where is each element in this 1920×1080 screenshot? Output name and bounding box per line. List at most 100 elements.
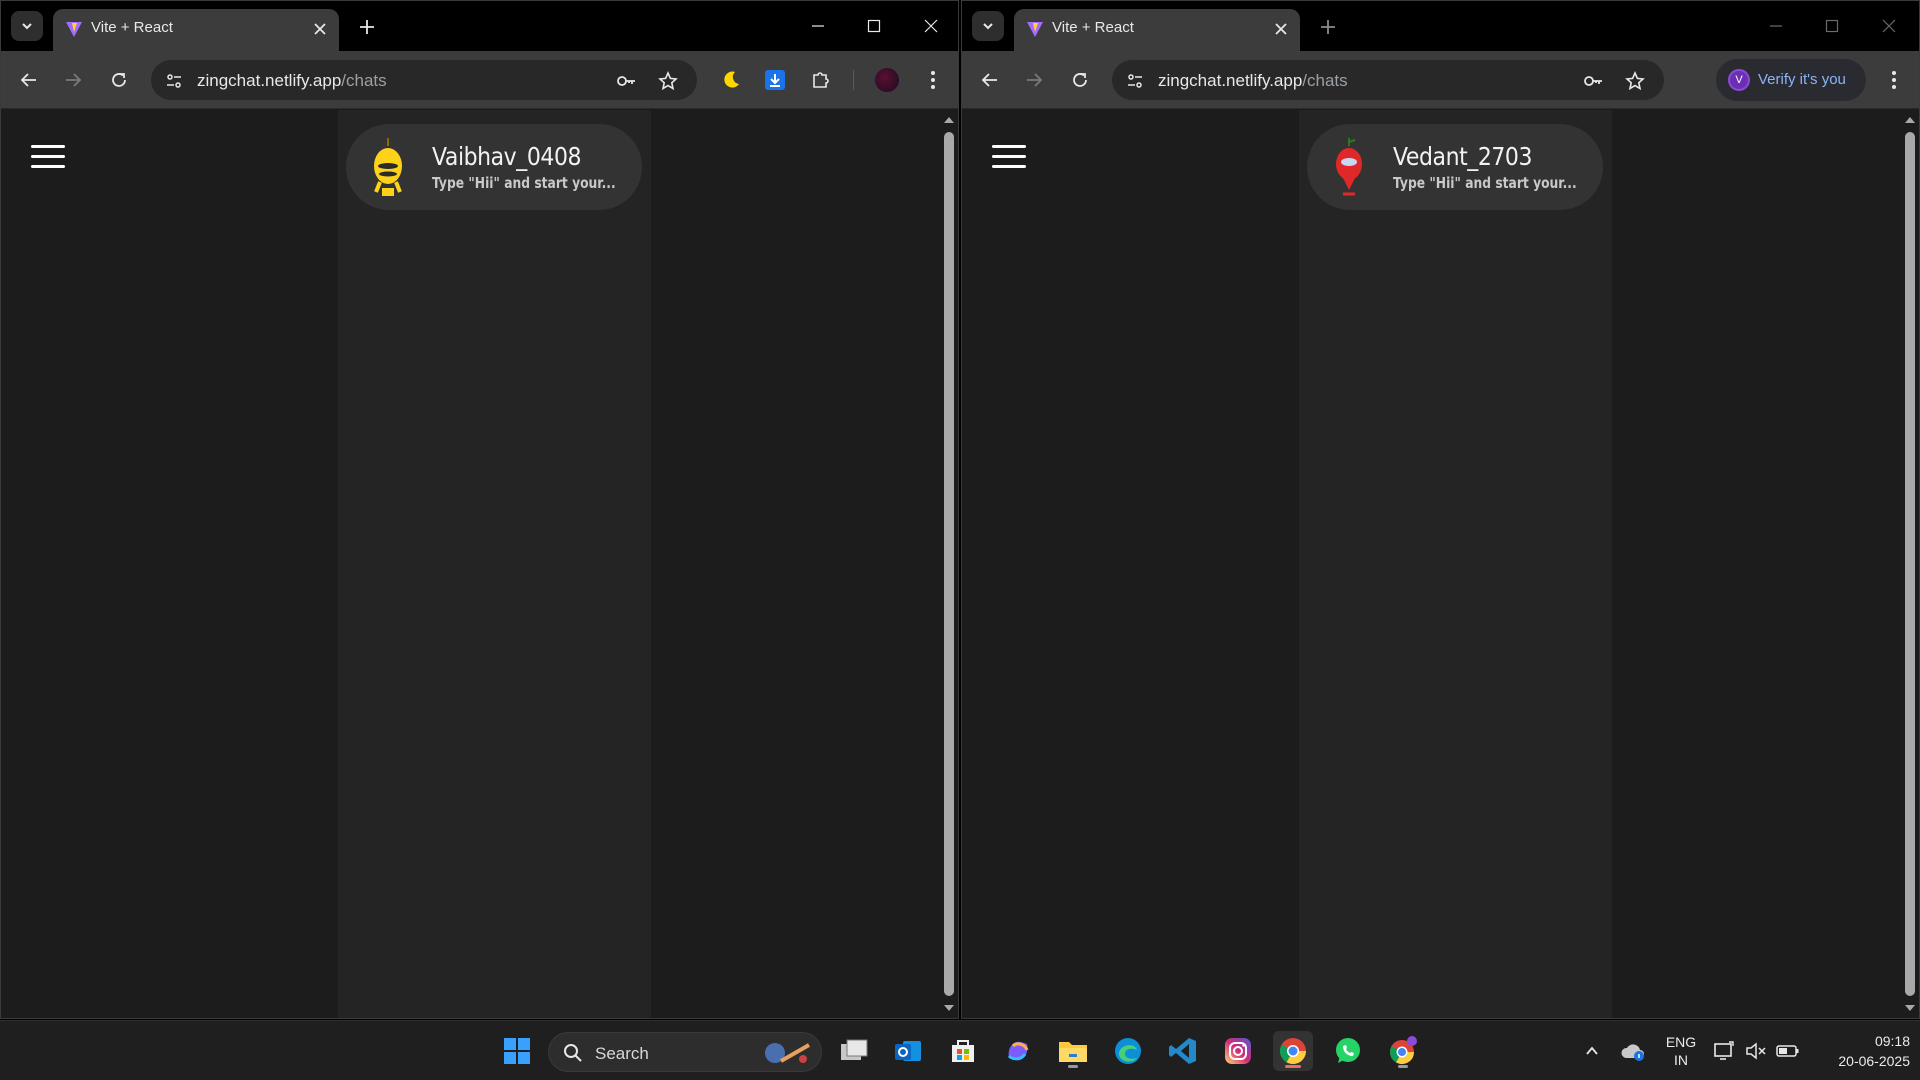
profile-button[interactable]: [873, 66, 901, 94]
site-info-icon[interactable]: [1124, 70, 1146, 92]
onedrive-button[interactable]: [1613, 1031, 1653, 1071]
close-window-button[interactable]: [908, 11, 954, 41]
url-host: zingchat.netlify.app: [1158, 71, 1303, 90]
language-code: ENG: [1665, 1034, 1697, 1050]
outlook-button[interactable]: [888, 1031, 928, 1071]
reload-button[interactable]: [1066, 66, 1094, 94]
scroll-up-arrow-icon[interactable]: [943, 114, 955, 126]
reload-button[interactable]: [105, 66, 133, 94]
tab-search-button[interactable]: [11, 11, 43, 41]
scrollbar-thumb[interactable]: [944, 132, 954, 996]
tab-search-button[interactable]: [972, 11, 1004, 41]
chat-contact-name: Vaibhav_0408: [432, 142, 582, 171]
avatar: V: [1728, 69, 1750, 91]
instagram-button[interactable]: [1218, 1031, 1258, 1071]
chrome-profile-icon: [1390, 1036, 1417, 1065]
chrome-profile-button[interactable]: [1383, 1031, 1423, 1071]
clock[interactable]: 09:18 20-06-2025: [1810, 1031, 1910, 1071]
verify-label: Verify it's you: [1758, 71, 1846, 88]
volume-button[interactable]: [1740, 1031, 1772, 1071]
chrome-icon: [1279, 1038, 1307, 1065]
forward-button[interactable]: [59, 66, 87, 94]
browser-window-right: Vite + React zingchat.netlify.app/chats …: [961, 0, 1920, 1019]
volume-muted-icon: [1746, 1042, 1766, 1060]
forward-button[interactable]: [1020, 66, 1048, 94]
minimize-button[interactable]: [795, 11, 841, 41]
show-hidden-icons-button[interactable]: [1572, 1031, 1612, 1071]
address-bar[interactable]: zingchat.netlify.app/chats: [1112, 60, 1664, 100]
vscode-button[interactable]: [1163, 1031, 1203, 1071]
taskbar: Search ENG IN 09:18 20-06-2025: [0, 1020, 1920, 1080]
hamburger-menu-icon[interactable]: [992, 145, 1026, 169]
edge-button[interactable]: [1108, 1031, 1148, 1071]
minimize-button[interactable]: [1753, 11, 1799, 41]
clock-time: 09:18: [1874, 1033, 1910, 1049]
close-icon[interactable]: [313, 22, 327, 36]
browser-window-left: Vite + React zingchat.netlify.app/chats …: [0, 0, 959, 1019]
address-bar[interactable]: zingchat.netlify.app/chats: [151, 60, 697, 100]
task-view-button[interactable]: [834, 1031, 874, 1071]
language-region: IN: [1674, 1052, 1688, 1068]
tab-strip: Vite + React: [1, 1, 958, 51]
avatar: [1336, 138, 1362, 196]
extensions-button[interactable]: [807, 66, 835, 94]
new-tab-button[interactable]: [1314, 13, 1342, 41]
taskbar-search-input[interactable]: Search: [548, 1032, 822, 1072]
tab-active[interactable]: Vite + React: [1014, 9, 1300, 51]
site-info-icon[interactable]: [163, 70, 185, 92]
battery-button[interactable]: [1772, 1031, 1804, 1071]
url-text: zingchat.netlify.app/chats: [1158, 71, 1348, 91]
chat-list-item[interactable]: Vaibhav_0408 Type "Hii" and start your..…: [346, 124, 642, 210]
chat-list-item[interactable]: Vedant_2703 Type "Hii" and start your...: [1307, 124, 1603, 210]
download-icon: [765, 70, 785, 90]
new-tab-button[interactable]: [353, 13, 381, 41]
tab-active[interactable]: Vite + React: [53, 9, 339, 51]
scrollbar[interactable]: [1901, 110, 1919, 1018]
back-button[interactable]: [976, 66, 1004, 94]
copilot-button[interactable]: [998, 1031, 1038, 1071]
tab-strip: Vite + React: [962, 1, 1919, 51]
vscode-icon: [1169, 1038, 1196, 1064]
url-path: /chats: [341, 71, 387, 90]
network-icon: [1714, 1041, 1734, 1060]
chrome-button[interactable]: [1273, 1031, 1313, 1071]
maximize-button[interactable]: [1809, 11, 1855, 41]
back-button[interactable]: [15, 66, 43, 94]
search-highlight-icon: [765, 1043, 810, 1063]
scrollbar[interactable]: [940, 110, 958, 1018]
close-window-button[interactable]: [1866, 11, 1912, 41]
verify-identity-button[interactable]: V Verify it's you: [1716, 59, 1866, 101]
network-button[interactable]: [1708, 1031, 1740, 1071]
close-icon[interactable]: [1274, 22, 1288, 36]
onedrive-cloud-icon: [1621, 1044, 1644, 1061]
bookmark-star-icon[interactable]: [1624, 70, 1646, 92]
bookmark-star-icon[interactable]: [657, 70, 679, 92]
maximize-button[interactable]: [851, 11, 897, 41]
chevron-down-icon: [983, 23, 993, 30]
start-button[interactable]: [497, 1031, 537, 1071]
whatsapp-button[interactable]: [1328, 1031, 1368, 1071]
close-icon: [1882, 19, 1896, 33]
password-key-icon[interactable]: [1582, 70, 1604, 92]
instagram-icon: [1225, 1038, 1251, 1064]
search-icon: [564, 1044, 582, 1062]
scrollbar-thumb[interactable]: [1905, 132, 1915, 996]
toolbar-divider: [853, 70, 854, 90]
file-explorer-icon: [1059, 1042, 1087, 1062]
microsoft-store-button[interactable]: [943, 1031, 983, 1071]
menu-button[interactable]: [1880, 66, 1908, 94]
downloads-button[interactable]: [761, 66, 789, 94]
arrow-left-icon: [981, 73, 997, 87]
maximize-icon: [1825, 19, 1839, 33]
scroll-up-arrow-icon[interactable]: [1904, 114, 1916, 126]
page-content: Vedant_2703 Type "Hii" and start your...: [962, 110, 1919, 1018]
hamburger-menu-icon[interactable]: [31, 145, 65, 169]
scroll-down-arrow-icon[interactable]: [943, 1002, 955, 1014]
dark-mode-extension-button[interactable]: [717, 66, 745, 94]
moon-icon: [724, 71, 739, 88]
file-explorer-button[interactable]: [1053, 1031, 1093, 1071]
menu-button[interactable]: [919, 66, 947, 94]
input-language-indicator[interactable]: ENG IN: [1658, 1033, 1704, 1069]
scroll-down-arrow-icon[interactable]: [1904, 1002, 1916, 1014]
password-key-icon[interactable]: [615, 70, 637, 92]
